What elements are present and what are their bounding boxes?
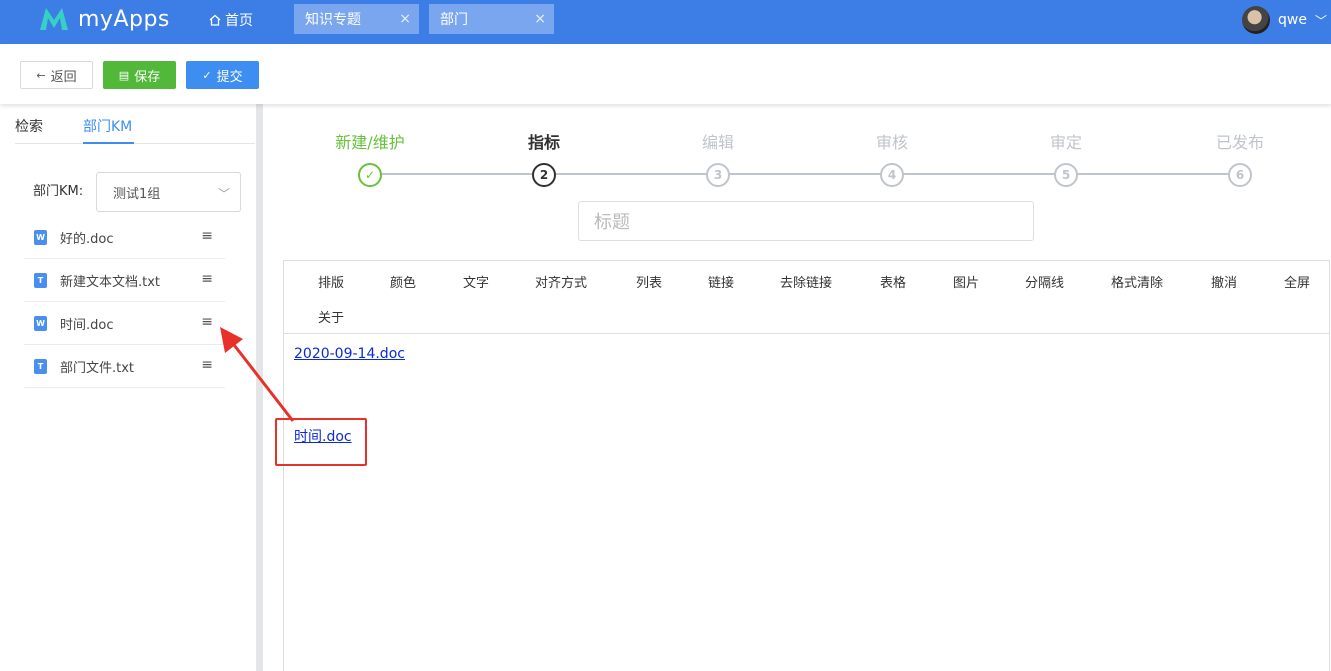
file-item[interactable]: W 时间.doc ≡ (24, 302, 225, 345)
app-name: myApps (78, 6, 170, 32)
step-number: 5 (1054, 163, 1078, 187)
active-tab-indicator (83, 142, 134, 144)
tool-image[interactable]: 图片 (953, 272, 979, 291)
check-icon: ✓ (358, 163, 382, 187)
chevron-down-icon: ﹀ (217, 187, 230, 201)
back-button[interactable]: ← 返回 (20, 61, 93, 89)
step-title: 新建/维护 (335, 133, 405, 152)
file-list: W 好的.doc ≡ T 新建文本文档.txt ≡ W 时间.doc ≡ T 部… (24, 216, 225, 388)
tool-fullscreen[interactable]: 全屏 (1284, 272, 1310, 291)
user-menu[interactable]: qwe ﹀ (1242, 6, 1331, 34)
tab-knowledge-topic[interactable]: 知识专题 × (294, 4, 419, 34)
file-item[interactable]: T 部门文件.txt ≡ (24, 345, 225, 388)
file-item[interactable]: W 好的.doc ≡ (24, 216, 225, 259)
step-edit[interactable]: 编辑 3 (648, 130, 788, 187)
document-icon: ▤ (118, 68, 130, 82)
step-indicator[interactable]: 指标 2 (474, 130, 614, 187)
tool-undo[interactable]: 撤消 (1211, 272, 1237, 291)
step-title: 审核 (875, 133, 908, 152)
progress-steps: 新建/维护 ✓ 指标 2 编辑 3 审核 4 审定 5 已发布 6 (290, 130, 1330, 190)
step-number: 4 (880, 163, 904, 187)
menu-icon[interactable]: ≡ (201, 271, 213, 287)
step-number: 6 (1228, 163, 1252, 187)
step-number: 3 (706, 163, 730, 187)
tool-table[interactable]: 表格 (880, 272, 906, 291)
doc-link[interactable]: 2020-09-14.doc (294, 346, 405, 362)
save-button[interactable]: ▤ 保存 (103, 61, 176, 89)
step-title: 指标 (527, 133, 560, 152)
tab-label: 知识专题 (305, 12, 361, 28)
submit-button[interactable]: ✓ 提交 (186, 61, 259, 89)
file-name: 好的.doc (60, 231, 114, 247)
file-name: 新建文本文档.txt (60, 274, 161, 290)
step-create[interactable]: 新建/维护 ✓ (300, 130, 440, 187)
submit-button-label: 提交 (216, 69, 243, 85)
nav-home[interactable]: 首页 (209, 10, 253, 30)
tool-unlink[interactable]: 去除链接 (780, 272, 832, 291)
word-file-icon: W (34, 315, 47, 331)
tool-link[interactable]: 链接 (708, 272, 734, 291)
avatar[interactable] (1242, 6, 1271, 34)
close-icon[interactable]: × (534, 11, 546, 27)
rich-text-editor: 排版 颜色 文字 对齐方式 列表 链接 去除链接 表格 图片 分隔线 格式清除 … (283, 260, 1330, 671)
annotation-arrow (220, 327, 295, 422)
top-navbar: myApps 首页 知识专题 × 部门 × qwe ﹀ (0, 0, 1331, 44)
tool-align[interactable]: 对齐方式 (535, 272, 587, 291)
tab-department-km[interactable]: 部门KM (83, 116, 132, 136)
tab-divider (15, 143, 255, 144)
step-number: 2 (532, 163, 556, 187)
close-icon[interactable]: × (399, 11, 411, 27)
step-title: 审定 (1049, 133, 1082, 152)
tool-clear-format[interactable]: 格式清除 (1111, 272, 1163, 291)
tab-search[interactable]: 检索 (15, 116, 43, 136)
tool-layout[interactable]: 排版 (318, 272, 344, 291)
tool-about[interactable]: 关于 (318, 307, 344, 326)
username: qwe (1278, 12, 1307, 28)
tool-color[interactable]: 颜色 (390, 272, 416, 291)
text-file-icon: T (34, 272, 47, 288)
tool-divider[interactable]: 分隔线 (1025, 272, 1064, 291)
text-file-icon: T (34, 358, 47, 374)
title-placeholder: 标题 (594, 212, 630, 233)
nav-home-label: 首页 (225, 13, 253, 29)
back-button-label: 返回 (50, 69, 77, 85)
km-select-value: 测试1组 (113, 186, 161, 202)
step-published[interactable]: 已发布 6 (1170, 130, 1310, 187)
file-name: 时间.doc (60, 317, 114, 333)
word-file-icon: W (34, 229, 47, 245)
file-name: 部门文件.txt (60, 360, 135, 376)
action-toolbar: ← 返回 ▤ 保存 ✓ 提交 (0, 44, 1331, 104)
arrow-left-icon: ← (36, 68, 46, 82)
logo-m-icon (40, 8, 68, 30)
tool-text[interactable]: 文字 (463, 272, 489, 291)
tool-list[interactable]: 列表 (636, 272, 662, 291)
annotation-highlight-box (275, 418, 367, 466)
home-icon (209, 14, 221, 26)
title-input[interactable]: 标题 (578, 201, 1034, 241)
menu-icon[interactable]: ≡ (201, 357, 213, 373)
km-select-label: 部门KM: (33, 184, 84, 199)
km-select[interactable]: 测试1组 ﹀ (96, 172, 241, 212)
menu-icon[interactable]: ≡ (201, 314, 213, 330)
check-icon: ✓ (202, 68, 212, 82)
step-title: 已发布 (1215, 133, 1264, 152)
step-approve[interactable]: 审定 5 (996, 130, 1136, 187)
save-button-label: 保存 (134, 69, 161, 85)
chevron-down-icon: ﹀ (1314, 13, 1327, 28)
menu-icon[interactable]: ≡ (201, 228, 213, 244)
tab-label: 部门 (440, 12, 468, 28)
tab-department[interactable]: 部门 × (429, 4, 554, 34)
step-title: 编辑 (701, 133, 734, 152)
file-item[interactable]: T 新建文本文档.txt ≡ (24, 259, 225, 302)
app-logo[interactable]: myApps (38, 4, 170, 34)
editor-toolbar: 排版 颜色 文字 对齐方式 列表 链接 去除链接 表格 图片 分隔线 格式清除 … (284, 261, 1329, 334)
step-review[interactable]: 审核 4 (822, 130, 962, 187)
